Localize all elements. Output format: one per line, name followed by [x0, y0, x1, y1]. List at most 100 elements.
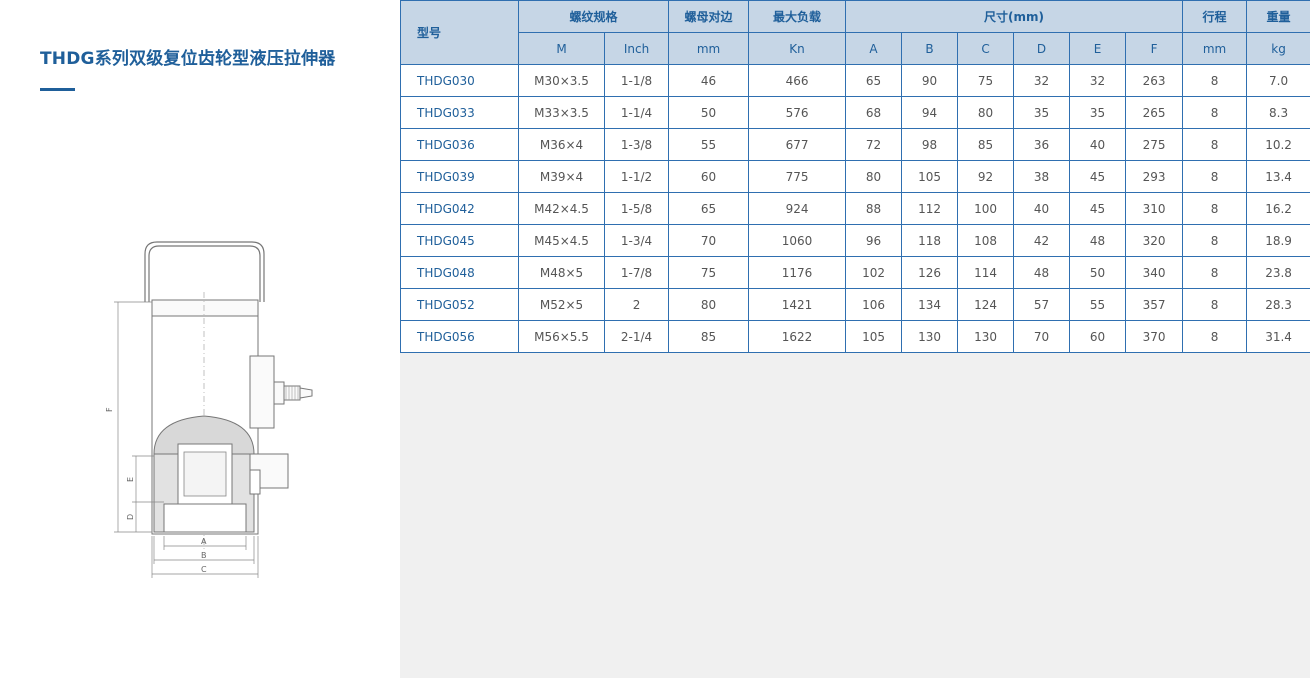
subheader-a: A	[845, 32, 903, 65]
header-thread: 螺纹规格	[517, 0, 670, 33]
subheader-stroke-unit: mm	[1182, 32, 1248, 65]
cell-model: THDG052	[400, 288, 519, 321]
cell-stroke: 8	[1182, 160, 1248, 193]
cell-dim-d: 38	[1013, 160, 1071, 193]
subheader-inch: Inch	[603, 32, 670, 65]
right-panel: 型号 螺纹规格 螺母对边 最大负载 尺寸(mm) 行程 重量 M Inch mm…	[400, 0, 1310, 678]
cell-max-load: 576	[748, 96, 847, 129]
cell-dim-d: 40	[1013, 192, 1071, 225]
cell-dim-d: 57	[1013, 288, 1071, 321]
cell-weight: 10.2	[1246, 128, 1310, 161]
dim-label-d: D	[126, 514, 135, 520]
cell-dim-d: 35	[1013, 96, 1071, 129]
cell-max-load: 466	[748, 64, 847, 97]
header-max-load: 最大负载	[748, 0, 847, 33]
cell-weight: 16.2	[1246, 192, 1310, 225]
cell-stroke: 8	[1182, 256, 1248, 289]
cell-dim-b: 126	[901, 256, 959, 289]
cell-nut-flat: 55	[668, 128, 750, 161]
cell-max-load: 1176	[748, 256, 847, 289]
cell-dim-a: 102	[845, 256, 903, 289]
cell-thread-inch: 2	[603, 288, 670, 321]
cell-thread-inch: 1-1/4	[603, 96, 670, 129]
cell-dim-a: 65	[845, 64, 903, 97]
cell-dim-c: 92	[957, 160, 1015, 193]
cell-dim-a: 72	[845, 128, 903, 161]
table-row: THDG030 M30×3.5 1-1/8 46 466 65 90 75 32 32 263 8 7.…	[400, 64, 1310, 97]
cell-dim-f: 265	[1125, 96, 1184, 129]
cell-dim-e: 45	[1069, 160, 1127, 193]
subheader-row: M Inch mm Kn A B C D E F mm kg	[401, 32, 1310, 65]
cell-dim-b: 98	[901, 128, 959, 161]
header-nut-flat: 螺母对边	[668, 0, 750, 33]
cell-dim-e: 32	[1069, 64, 1127, 97]
cell-weight: 7.0	[1246, 64, 1310, 97]
cell-dim-c: 85	[957, 128, 1015, 161]
header-weight: 重量	[1246, 0, 1310, 33]
cell-dim-f: 370	[1125, 320, 1184, 353]
cell-weight: 13.4	[1246, 160, 1310, 193]
cell-model: THDG036	[400, 128, 519, 161]
cell-dim-c: 108	[957, 224, 1015, 257]
cell-dim-b: 105	[901, 160, 959, 193]
cell-dim-e: 35	[1069, 96, 1127, 129]
cell-stroke: 8	[1182, 288, 1248, 321]
cell-dim-e: 55	[1069, 288, 1127, 321]
cell-stroke: 8	[1182, 224, 1248, 257]
cell-dim-f: 357	[1125, 288, 1184, 321]
cell-thread-inch: 1-3/4	[603, 224, 670, 257]
cell-stroke: 8	[1182, 128, 1248, 161]
nut-core	[183, 451, 227, 497]
cell-dim-a: 106	[845, 288, 903, 321]
cell-thread-inch: 2-1/4	[603, 320, 670, 353]
cell-dim-a: 80	[845, 160, 903, 193]
cell-thread-m: M30×3.5	[518, 64, 605, 97]
table-row: THDG048 M48×5 1-7/8 75 1176 102 126 114 48 50 340 8…	[400, 256, 1310, 289]
cell-stroke: 8	[1182, 320, 1248, 353]
table-row: THDG045 M45×4.5 1-3/4 70 1060 96 118 108 42 48 320…	[400, 224, 1310, 257]
cell-dim-c: 100	[957, 192, 1015, 225]
table-body: THDG030 M30×3.5 1-1/8 46 466 65 90 75 32 32 263 8 7.…	[400, 64, 1310, 353]
cell-dim-a: 68	[845, 96, 903, 129]
cell-model: THDG033	[400, 96, 519, 129]
cell-dim-e: 48	[1069, 224, 1127, 257]
title-underline	[40, 88, 75, 91]
cell-nut-flat: 70	[668, 224, 750, 257]
cell-thread-m: M36×4	[518, 128, 605, 161]
cell-nut-flat: 50	[668, 96, 750, 129]
cell-weight: 28.3	[1246, 288, 1310, 321]
cell-nut-flat: 46	[668, 64, 750, 97]
cell-thread-inch: 1-7/8	[603, 256, 670, 289]
handle	[144, 241, 265, 302]
cell-dim-f: 275	[1125, 128, 1184, 161]
cell-model: THDG056	[400, 320, 519, 353]
cell-model: THDG039	[400, 160, 519, 193]
cell-max-load: 1060	[748, 224, 847, 257]
subheader-f: F	[1125, 32, 1184, 65]
gear-drive-stub	[249, 469, 261, 495]
cell-nut-flat: 85	[668, 320, 750, 353]
cell-thread-inch: 1-1/8	[603, 64, 670, 97]
cell-max-load: 775	[748, 160, 847, 193]
header-stroke: 行程	[1182, 0, 1248, 33]
cell-weight: 31.4	[1246, 320, 1310, 353]
cell-weight: 18.9	[1246, 224, 1310, 257]
side-port	[249, 355, 313, 429]
table-row: THDG042 M42×4.5 1-5/8 65 924 88 112 100 40 45 310 8…	[400, 192, 1310, 225]
cell-model: THDG042	[400, 192, 519, 225]
tensioner-drawing: F E D A B C	[105, 241, 313, 578]
cell-dim-f: 310	[1125, 192, 1184, 225]
subheader-d: D	[1013, 32, 1071, 65]
cell-thread-m: M56×5.5	[518, 320, 605, 353]
cell-dim-a: 88	[845, 192, 903, 225]
cell-thread-m: M45×4.5	[518, 224, 605, 257]
header-row: 型号 螺纹规格 螺母对边 最大负载 尺寸(mm) 行程 重量	[400, 0, 1310, 65]
cell-thread-m: M48×5	[518, 256, 605, 289]
cell-dim-f: 263	[1125, 64, 1184, 97]
cell-dim-b: 118	[901, 224, 959, 257]
cell-stroke: 8	[1182, 64, 1248, 97]
cell-dim-c: 130	[957, 320, 1015, 353]
cell-nut-flat: 60	[668, 160, 750, 193]
subheader-nut-unit: mm	[668, 32, 750, 65]
cell-model: THDG048	[400, 256, 519, 289]
